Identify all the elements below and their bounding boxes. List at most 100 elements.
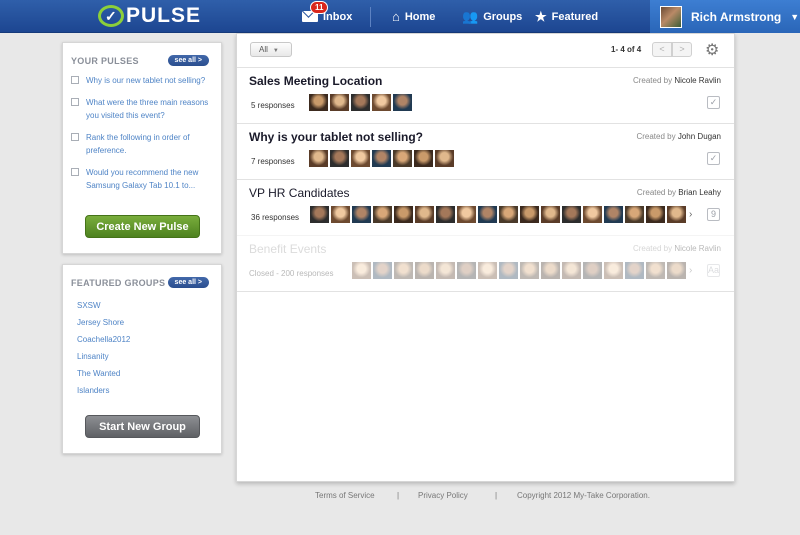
group-link[interactable]: Linsanity	[77, 351, 221, 362]
groups-see-all-button[interactable]: see all >	[167, 277, 209, 288]
responder-avatar[interactable]	[436, 206, 455, 223]
responder-avatar[interactable]	[372, 150, 391, 167]
featured-groups-panel: FEATURED GROUPS see all > SXSW Jersey Sh…	[62, 264, 222, 454]
responder-avatar[interactable]	[604, 206, 623, 223]
responder-avatar[interactable]	[394, 262, 413, 279]
pulse-row[interactable]: Benefit Events Created by Nicole Ravlin …	[237, 235, 734, 291]
privacy-link[interactable]: Privacy Policy	[418, 491, 468, 500]
pulse-logo[interactable]: ✓ PULSE	[98, 3, 201, 29]
responder-avatar[interactable]	[457, 262, 476, 279]
pulse-row[interactable]: Why is your tablet not selling? Created …	[237, 123, 734, 179]
pulse-row[interactable]: Sales Meeting Location Created by Nicole…	[237, 67, 734, 123]
pulse-link[interactable]: Why is our new tablet not selling?	[86, 74, 205, 87]
pulse-link[interactable]: Rank the following in order of preferenc…	[86, 131, 213, 157]
responder-avatar[interactable]	[667, 262, 686, 279]
pulse-link[interactable]: What were the three main reasons you vis…	[86, 96, 213, 122]
responder-avatar[interactable]	[415, 206, 434, 223]
responder-avatar[interactable]	[351, 150, 370, 167]
responder-avatar[interactable]	[415, 262, 434, 279]
responder-avatar[interactable]	[352, 206, 371, 223]
rank-icon: 9	[707, 208, 720, 221]
nav-featured[interactable]: ★ Featured	[535, 0, 598, 33]
start-group-button[interactable]: Start New Group	[85, 415, 200, 438]
pulse-link[interactable]: Would you recommend the new Samsung Gala…	[86, 166, 213, 192]
feed-toolbar: All ▼ 1- 4 of 4 < > ⚙	[237, 34, 734, 67]
responder-avatar[interactable]	[520, 262, 539, 279]
responder-avatar[interactable]	[310, 206, 329, 223]
responder-avatar[interactable]	[499, 262, 518, 279]
group-link[interactable]: Islanders	[77, 385, 221, 396]
pulse-list-item[interactable]: Why is our new tablet not selling?	[71, 74, 213, 87]
responder-avatar[interactable]	[646, 206, 665, 223]
responder-avatar[interactable]	[499, 206, 518, 223]
top-bar: ✓ PULSE 11 Inbox ⌂ Home 👥 Groups ★ Featu…	[0, 0, 800, 33]
responder-avatar[interactable]	[604, 262, 623, 279]
group-list: SXSW Jersey Shore Coachella2012 Linsanit…	[63, 288, 221, 396]
responder-avatar[interactable]	[393, 150, 412, 167]
more-responders-icon[interactable]: ›	[689, 262, 692, 279]
nav-groups[interactable]: 👥 Groups	[462, 0, 522, 33]
responder-avatar[interactable]	[330, 150, 349, 167]
pulses-see-all-button[interactable]: see all >	[167, 55, 209, 66]
checkbox-icon	[71, 168, 79, 176]
responder-avatar[interactable]	[625, 262, 644, 279]
pager-status: 1- 4 of 4	[611, 45, 642, 54]
prev-page-button[interactable]: <	[652, 42, 672, 57]
responder-avatar[interactable]	[583, 262, 602, 279]
responder-avatar[interactable]	[352, 262, 371, 279]
more-responders-icon[interactable]: ›	[689, 206, 692, 223]
group-link[interactable]: Coachella2012	[77, 334, 221, 345]
pulse-row[interactable]: VP HR Candidates Created by Brian Leahy …	[237, 179, 734, 235]
responder-avatar[interactable]	[435, 150, 454, 167]
chevron-down-icon: ▼	[790, 11, 800, 22]
nav-inbox[interactable]: 11 Inbox	[302, 0, 352, 33]
responder-avatar[interactable]	[372, 94, 391, 111]
responder-avatar[interactable]	[478, 206, 497, 223]
pulse-title[interactable]: Benefit Events	[249, 242, 326, 256]
responder-avatar[interactable]	[414, 150, 433, 167]
responder-avatar[interactable]	[373, 206, 392, 223]
group-link[interactable]: The Wanted	[77, 368, 221, 379]
responder-avatar[interactable]	[541, 206, 560, 223]
responder-avatar[interactable]	[562, 206, 581, 223]
pulse-list-item[interactable]: Rank the following in order of preferenc…	[71, 131, 213, 157]
pulse-creator: Created by John Dugan	[636, 132, 721, 141]
responder-avatar[interactable]	[478, 262, 497, 279]
terms-link[interactable]: Terms of Service	[315, 491, 375, 500]
nav-home[interactable]: ⌂ Home	[392, 0, 435, 33]
next-page-button[interactable]: >	[672, 42, 692, 57]
row-divider	[237, 291, 734, 292]
responder-avatar[interactable]	[457, 206, 476, 223]
avatar	[660, 5, 682, 28]
responder-avatar[interactable]	[646, 262, 665, 279]
responder-avatar[interactable]	[436, 262, 455, 279]
responder-avatar[interactable]	[393, 94, 412, 111]
create-pulse-button[interactable]: Create New Pulse	[85, 215, 200, 238]
pulse-title[interactable]: Sales Meeting Location	[249, 74, 382, 88]
filter-dropdown[interactable]: All ▼	[250, 42, 292, 57]
responder-avatar[interactable]	[331, 206, 350, 223]
pulse-title[interactable]: Why is your tablet not selling?	[249, 130, 423, 144]
group-link[interactable]: Jersey Shore	[77, 317, 221, 328]
logo-text: PULSE	[126, 4, 202, 27]
responder-avatar[interactable]	[667, 206, 686, 223]
responder-avatar[interactable]	[351, 94, 370, 111]
group-link[interactable]: SXSW	[77, 300, 221, 311]
responder-avatar[interactable]	[373, 262, 392, 279]
responder-avatar[interactable]	[562, 262, 581, 279]
pulse-list-item[interactable]: Would you recommend the new Samsung Gala…	[71, 166, 213, 192]
responder-avatar[interactable]	[309, 150, 328, 167]
pulse-title[interactable]: VP HR Candidates	[249, 186, 350, 200]
responder-avatar[interactable]	[309, 94, 328, 111]
logo-check-icon: ✓	[98, 5, 124, 27]
pulse-list-item[interactable]: What were the three main reasons you vis…	[71, 96, 213, 122]
responder-avatar[interactable]	[330, 94, 349, 111]
responder-avatar[interactable]	[625, 206, 644, 223]
gear-icon[interactable]: ⚙	[705, 40, 719, 60]
responder-avatar[interactable]	[541, 262, 560, 279]
user-menu[interactable]: Rich Armstrong ▼	[650, 0, 800, 33]
responder-avatar[interactable]	[520, 206, 539, 223]
responder-avatar[interactable]	[583, 206, 602, 223]
responder-avatar[interactable]	[394, 206, 413, 223]
user-name: Rich Armstrong	[691, 9, 782, 24]
